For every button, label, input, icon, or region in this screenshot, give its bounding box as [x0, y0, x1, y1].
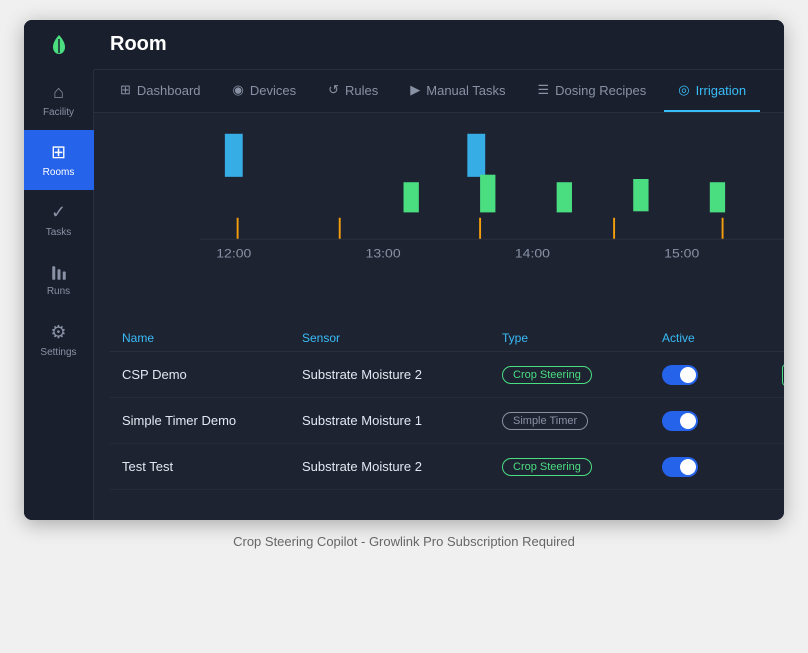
dashboard-tab-icon: ⊞	[120, 82, 131, 98]
sidebar-item-tasks[interactable]: ✓ Tasks	[24, 190, 94, 250]
view-suggestions-button[interactable]: View suggestions	[782, 364, 784, 386]
tab-dashboard[interactable]: ⊞ Dashboard	[106, 70, 215, 112]
rooms-icon: ⊞	[51, 142, 66, 163]
row-1-active	[662, 365, 782, 385]
page-title: Room	[110, 33, 167, 56]
row-2-name: Simple Timer Demo	[122, 413, 302, 428]
settings-icon: ⚙	[50, 322, 66, 343]
dosing-recipes-tab-icon: ☰	[538, 82, 550, 98]
svg-text:13:00: 13:00	[366, 247, 401, 261]
svg-text:14:00: 14:00	[515, 247, 550, 261]
tab-irrigation[interactable]: ◎ Irrigation	[664, 70, 760, 112]
row-3-type-badge: Crop Steering	[502, 458, 592, 476]
row-1-type: Crop Steering	[502, 366, 662, 384]
tab-manual-tasks[interactable]: ▶ Manual Tasks	[396, 70, 519, 112]
tab-rules[interactable]: ↺ Rules	[314, 70, 392, 112]
row-1-name: CSP Demo	[122, 367, 302, 382]
col-header-actions	[782, 331, 784, 345]
tab-dosing-recipes[interactable]: ☰ Dosing Recipes	[524, 70, 661, 112]
manual-tasks-tab-icon: ▶	[410, 82, 420, 98]
sidebar-item-settings[interactable]: ⚙ Settings	[24, 310, 94, 370]
row-3-active	[662, 457, 782, 477]
sidebar-item-runs[interactable]: Runs	[24, 250, 94, 310]
runs-icon	[50, 264, 68, 282]
sidebar: ⌂ Facility ⊞ Rooms ✓ Tasks Runs ⚙ Settin…	[24, 20, 94, 520]
sidebar-logo	[24, 20, 94, 70]
app-logo-icon	[45, 31, 73, 59]
row-3-actions: ✎ ↺ 🗑 ›	[782, 454, 784, 479]
tab-devices[interactable]: ◉ Devices	[219, 70, 311, 112]
table-row: CSP Demo Substrate Moisture 2 Crop Steer…	[110, 352, 784, 398]
irrigation-tab-icon: ◎	[678, 82, 689, 98]
sidebar-tasks-label: Tasks	[46, 227, 72, 238]
chart-area: 12:00 13:00 14:00 15:00 16:00 17:00	[94, 113, 784, 283]
row-2-toggle[interactable]	[662, 411, 698, 431]
row-1-toggle[interactable]	[662, 365, 698, 385]
row-3-type: Crop Steering	[502, 458, 662, 476]
col-header-sensor: Sensor	[302, 331, 502, 345]
row-2-type-badge: Simple Timer	[502, 412, 588, 430]
table-row: Test Test Substrate Moisture 2 Crop Stee…	[110, 444, 784, 490]
topbar: Room Classic Site 🔔 👤	[94, 20, 784, 70]
row-2-actions: ✎ ↺ 🗑 ›	[782, 408, 784, 433]
facility-icon: ⌂	[53, 82, 64, 103]
table-header: Name Sensor Type Active	[110, 325, 784, 352]
table-controls: Compress All Expand All	[110, 291, 784, 317]
sidebar-settings-label: Settings	[40, 347, 76, 358]
footer-text: Crop Steering Copilot - Growlink Pro Sub…	[233, 534, 575, 549]
svg-text:12:00: 12:00	[216, 247, 251, 261]
sidebar-runs-label: Runs	[47, 286, 70, 297]
sidebar-item-facility[interactable]: ⌂ Facility	[24, 70, 94, 130]
row-3-toggle[interactable]	[662, 457, 698, 477]
col-header-active: Active	[662, 331, 782, 345]
irrigation-chart: 12:00 13:00 14:00 15:00 16:00 17:00	[110, 123, 784, 263]
nav-tabs: ⊞ Dashboard ◉ Devices ↺ Rules ▶ Manual T…	[94, 70, 784, 113]
table-row: Simple Timer Demo Substrate Moisture 1 S…	[110, 398, 784, 444]
main-content: Room Classic Site 🔔 👤 ⊞ Dashboard ◉ Devi…	[94, 20, 784, 520]
sidebar-rooms-label: Rooms	[43, 167, 75, 178]
sidebar-item-rooms[interactable]: ⊞ Rooms	[24, 130, 94, 190]
table-area: Compress All Expand All Name Sensor Type…	[94, 283, 784, 520]
row-1-actions: View suggestions ✎ ↺ 🗑 ›	[782, 362, 784, 387]
rules-tab-icon: ↺	[328, 82, 339, 98]
row-3-name: Test Test	[122, 459, 302, 474]
row-2-type: Simple Timer	[502, 412, 662, 430]
sidebar-facility-label: Facility	[43, 107, 74, 118]
row-2-sensor: Substrate Moisture 1	[302, 413, 502, 428]
devices-tab-icon: ◉	[233, 82, 244, 98]
tasks-icon: ✓	[51, 202, 66, 223]
col-header-name: Name	[122, 331, 302, 345]
svg-text:15:00: 15:00	[664, 247, 699, 261]
row-1-sensor: Substrate Moisture 2	[302, 367, 502, 382]
col-header-type: Type	[502, 331, 662, 345]
row-3-sensor: Substrate Moisture 2	[302, 459, 502, 474]
app-container: ⌂ Facility ⊞ Rooms ✓ Tasks Runs ⚙ Settin…	[24, 20, 784, 520]
row-2-active	[662, 411, 782, 431]
row-1-type-badge: Crop Steering	[502, 366, 592, 384]
